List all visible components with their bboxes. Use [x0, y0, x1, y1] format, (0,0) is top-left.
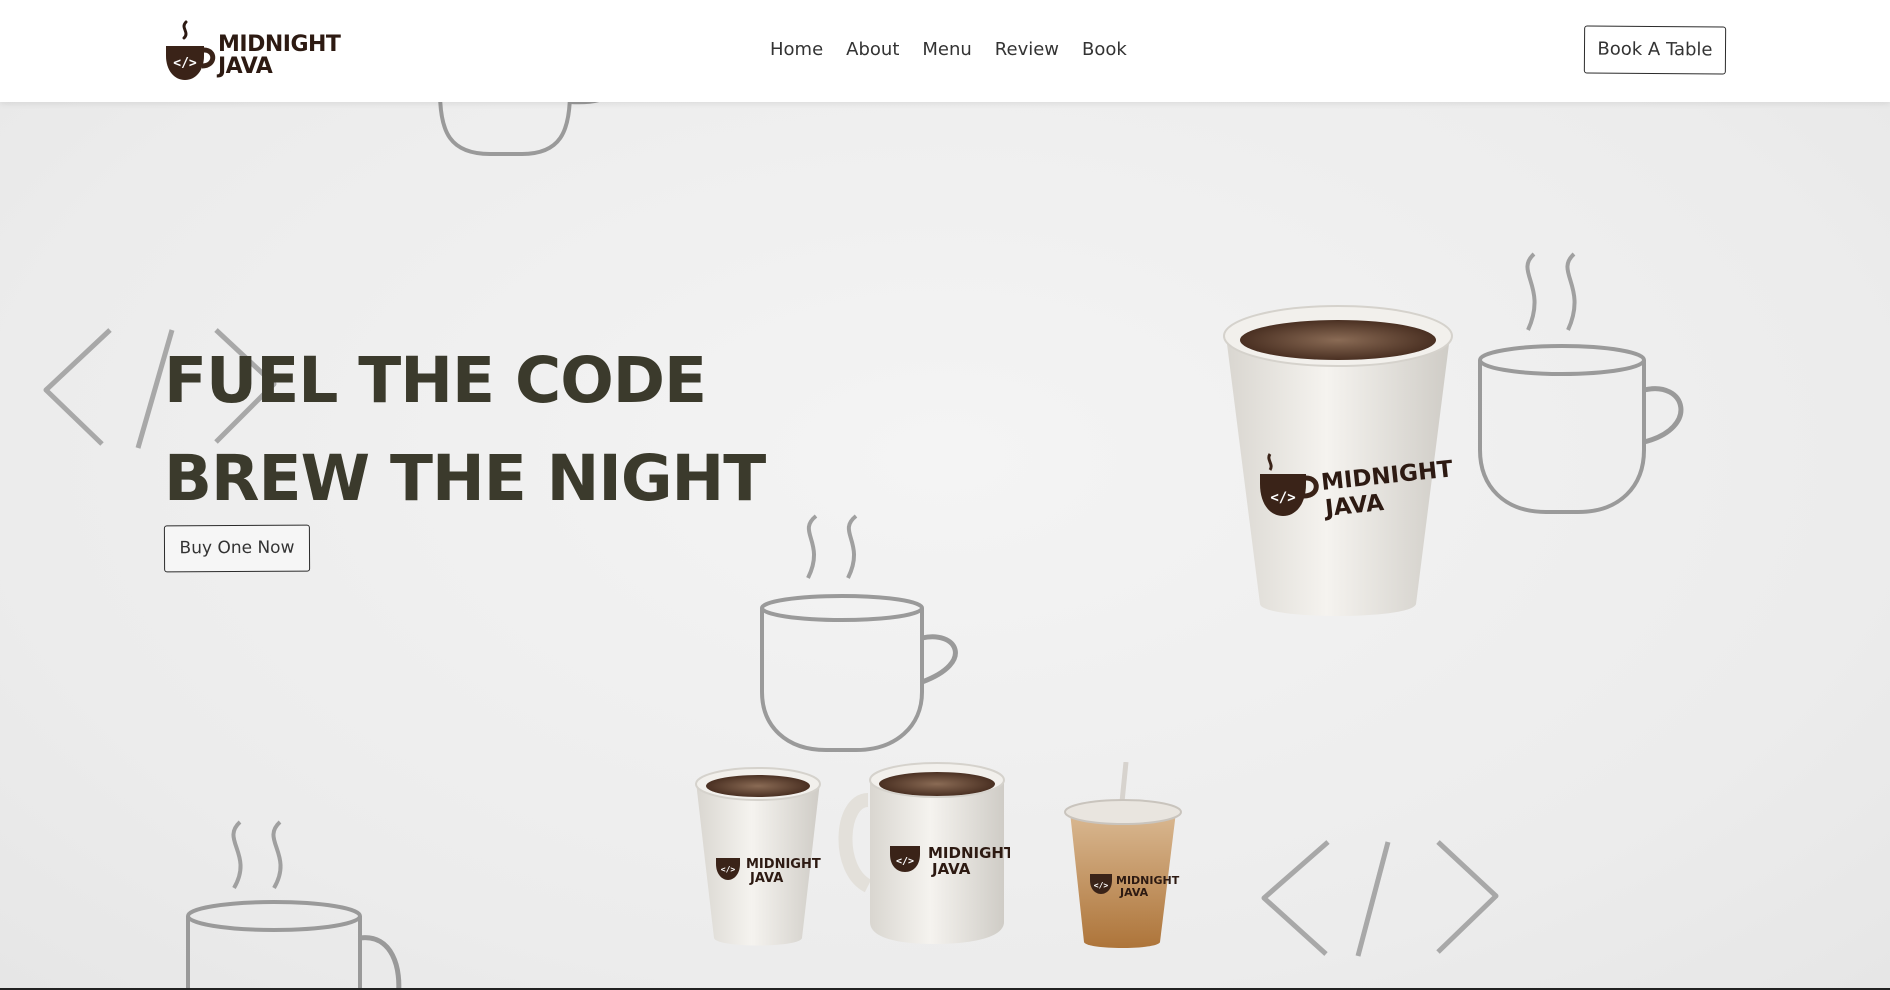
nav-about[interactable]: About [846, 36, 899, 64]
sketch-steaming-mug-right-icon [1478, 252, 1684, 514]
coffee-cup-code-icon: </> [166, 20, 216, 80]
svg-text:</>: </> [173, 56, 197, 71]
nav-home[interactable]: Home [770, 36, 823, 64]
svg-text:</>: </> [896, 856, 914, 867]
large-foam-cup-image: </> MIDNIGHT JAVA [1223, 305, 1454, 616]
sketch-steaming-mug-center-icon [760, 514, 958, 752]
svg-text:</>: </> [1094, 881, 1109, 890]
logo-line-2: JAVA [218, 54, 273, 79]
nav-review[interactable]: Review [995, 36, 1059, 64]
iced-cup-logo-line-2: JAVA [1119, 886, 1149, 899]
hero-section: FUEL THE CODE BREW THE NIGHT Buy One Now [0, 102, 1890, 990]
ceramic-mug-image: </> MIDNIGHT JAVA [838, 762, 1010, 944]
hero-headline: FUEL THE CODE BREW THE NIGHT [164, 332, 766, 528]
main-nav: Home About Menu Review Book [770, 36, 1150, 64]
headline-line-1: FUEL THE CODE [164, 344, 707, 417]
logo-line-1: MIDNIGHT [218, 32, 341, 57]
site-header: </> MIDNIGHT JAVA Home About Menu Review… [0, 0, 1890, 102]
svg-text:</>: </> [721, 865, 736, 874]
sketch-code-brackets-right-icon [1261, 840, 1499, 957]
iced-coffee-cup-image: </> MIDNIGHT JAVA [1064, 762, 1182, 948]
sketch-mug-top-icon [438, 102, 600, 156]
headline-line-2: BREW THE NIGHT [164, 442, 766, 515]
buy-one-now-button[interactable]: Buy One Now [163, 524, 311, 573]
nav-menu[interactable]: Menu [922, 36, 971, 64]
nav-book[interactable]: Book [1082, 36, 1127, 64]
brand-logo[interactable]: </> MIDNIGHT JAVA [162, 20, 341, 84]
sketch-steaming-mug-bottom-left-icon [186, 820, 402, 990]
mug-logo-line-2: JAVA [931, 860, 971, 878]
book-a-table-button[interactable]: Book A Table [1583, 25, 1727, 75]
brand-wordmark: MIDNIGHT JAVA [218, 32, 341, 79]
small-foam-cup-image: </> MIDNIGHT JAVA [695, 767, 821, 946]
svg-text:</>: </> [1270, 490, 1295, 506]
small-cup-logo-line-1: MIDNIGHT [746, 857, 821, 872]
small-cup-logo-line-2: JAVA [749, 871, 783, 886]
